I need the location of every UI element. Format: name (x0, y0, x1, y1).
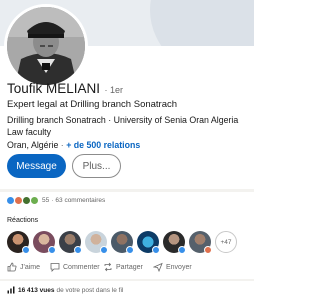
celebrate-icon (23, 197, 30, 204)
more-reactors-button[interactable]: +47 (215, 231, 237, 253)
send-icon (153, 262, 163, 272)
profile-name-row: Toufik MELIANI · 1er (7, 80, 123, 98)
like-badge-icon (22, 246, 30, 254)
like-badge-icon (74, 246, 82, 254)
like-badge-icon (152, 246, 160, 254)
profile-name[interactable]: Toufik MELIANI (7, 81, 100, 96)
profile-headline: Expert legal at Drilling branch Sonatrac… (7, 99, 178, 110)
post-views-stats[interactable]: 16 413 vues de votre post dans le fil (7, 286, 123, 294)
like-badge-icon (48, 246, 56, 254)
comments-count[interactable]: 63 commentaires (55, 197, 105, 204)
profile-avatar[interactable] (4, 4, 88, 88)
views-suffix: de votre post dans le fil (56, 286, 124, 294)
views-count: 16 413 vues (18, 286, 55, 294)
reactor-avatar[interactable] (137, 231, 160, 254)
profile-location: Oran, Algérie (7, 140, 59, 150)
section-divider (0, 279, 254, 281)
comment-icon (50, 263, 60, 272)
like-icon (7, 197, 14, 204)
like-badge-icon (178, 246, 186, 254)
reactions-heading: Réactions (7, 217, 39, 224)
location-separator: · (60, 140, 64, 150)
analytics-icon (7, 286, 15, 294)
profile-photo (7, 7, 85, 85)
comment-label: Commenter (63, 263, 100, 271)
stats-separator: · (51, 197, 54, 204)
reactor-avatar[interactable] (59, 231, 82, 254)
reactor-avatar[interactable] (163, 231, 186, 254)
comment-button[interactable]: Commenter (50, 259, 100, 275)
share-button[interactable]: Partager (103, 259, 143, 275)
post-actions: J'aime Commenter Partager Envoyer (0, 259, 254, 275)
section-divider (0, 189, 254, 192)
like-badge-icon (126, 246, 134, 254)
like-label: J'aime (20, 263, 41, 271)
reactor-avatar[interactable] (85, 231, 108, 254)
repost-icon (104, 262, 112, 272)
send-button[interactable]: Envoyer (153, 259, 192, 275)
reactor-avatar[interactable] (111, 231, 134, 254)
connections-link[interactable]: + de 500 relations (66, 140, 140, 150)
reaction-count: 55 (42, 197, 50, 204)
share-label: Partager (116, 263, 143, 271)
message-button[interactable]: Message (7, 154, 66, 178)
reactions-summary[interactable]: 55 · 63 commentaires (7, 197, 105, 204)
more-button[interactable]: Plus... (72, 154, 121, 178)
reactor-avatar[interactable] (189, 231, 212, 254)
love-icon (15, 197, 22, 204)
like-button[interactable]: J'aime (7, 259, 40, 275)
like-badge-icon (100, 246, 108, 254)
support-icon (31, 197, 38, 204)
send-label: Envoyer (166, 263, 192, 271)
thumbs-up-icon (7, 262, 17, 272)
location-row: Oran, Algérie · + de 500 relations (7, 140, 140, 150)
profile-education: Drilling branch Sonatrach · University o… (7, 115, 239, 137)
reactor-avatar[interactable] (33, 231, 56, 254)
reactor-avatar[interactable] (7, 231, 30, 254)
banner-decoration (150, 0, 254, 46)
connection-degree: · 1er (104, 85, 123, 95)
love-badge-icon (204, 246, 212, 254)
